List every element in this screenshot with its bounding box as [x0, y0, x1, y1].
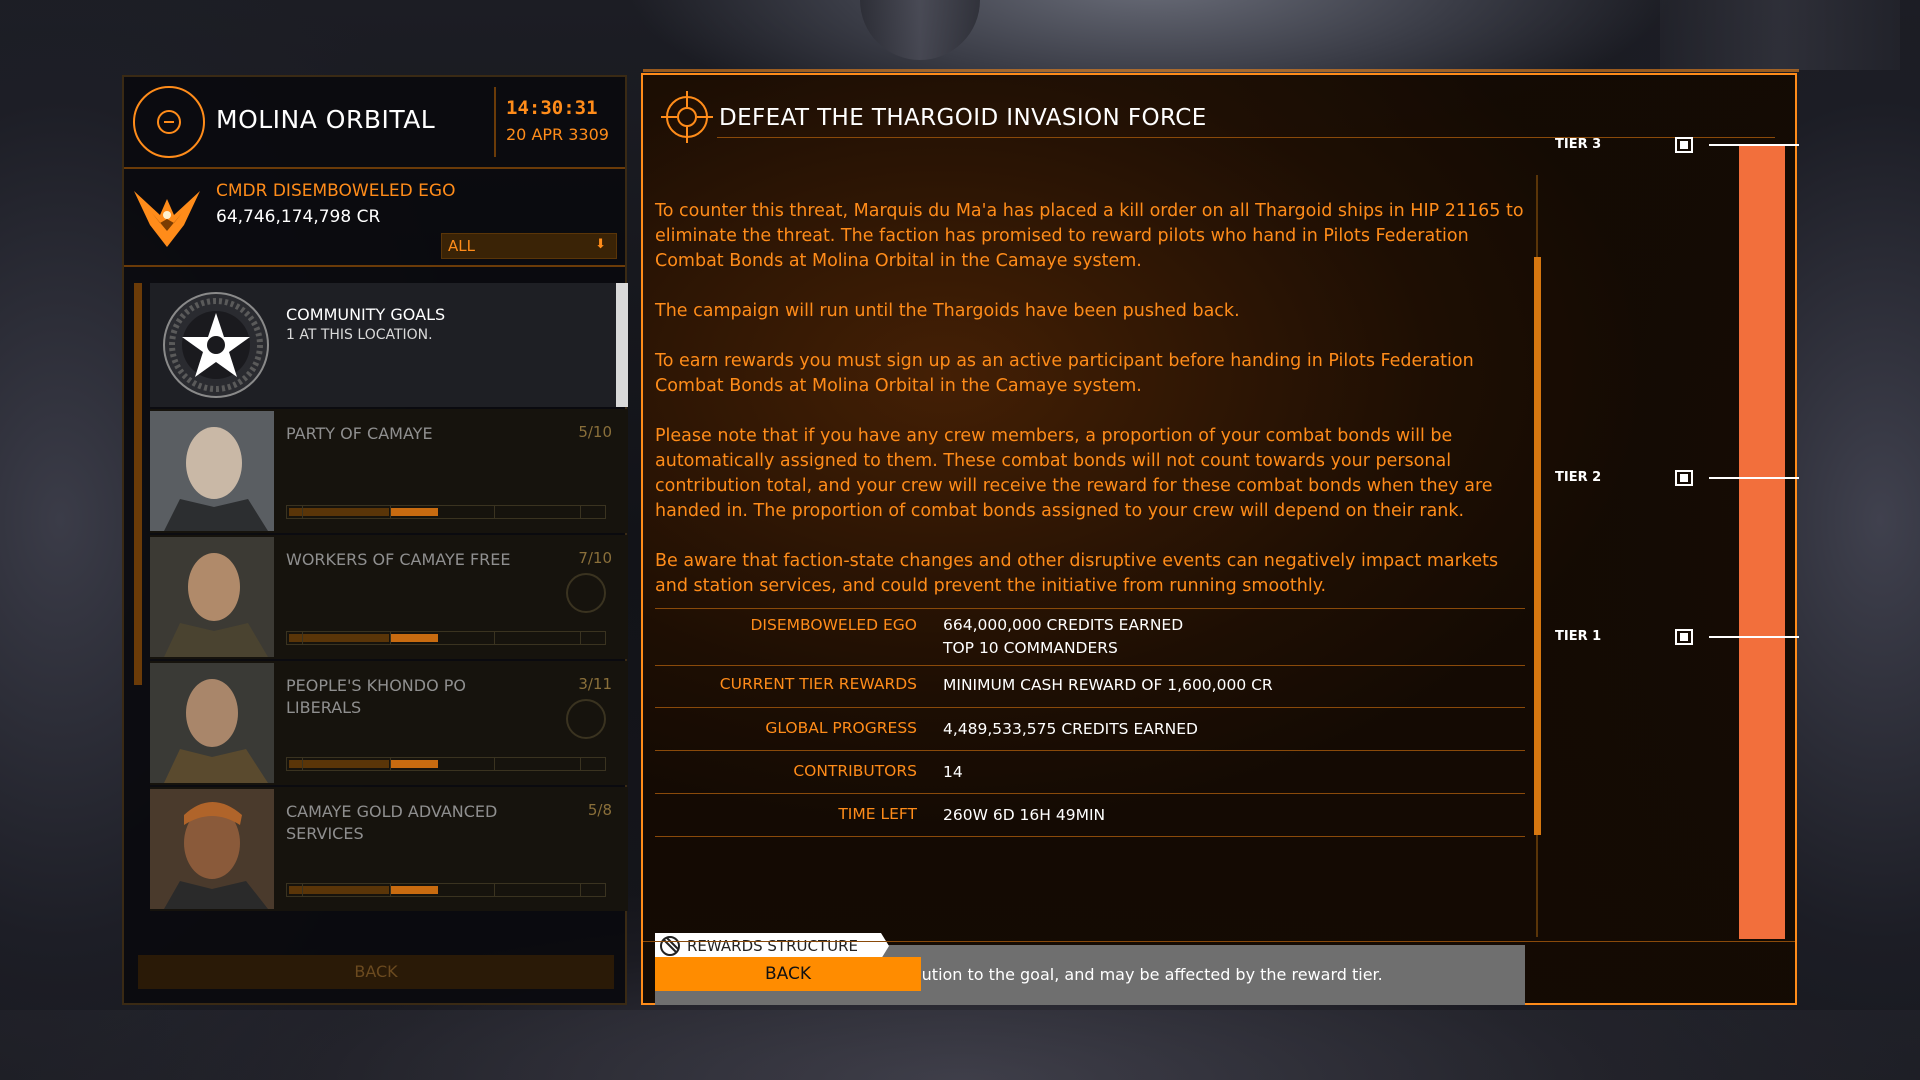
faction-item[interactable]: WORKERS OF CAMAYE FREE 7/10 — [150, 535, 628, 659]
faction-item[interactable]: PEOPLE'S KHONDO PO LIBERALS 3/11 — [150, 661, 628, 785]
tier-label: TIER 3 — [1555, 137, 1602, 152]
station-name: MOLINA ORBITAL — [216, 105, 436, 134]
tier-reward-icon[interactable] — [1675, 137, 1693, 153]
faction-item[interactable]: PARTY OF CAMAYE 5/10 — [150, 409, 628, 533]
stat-row-contributors: CONTRIBUTORS 14 — [655, 751, 1525, 794]
stat-value: 260W 6D 16H 49MIN — [943, 806, 1106, 824]
tier-progress-fill — [1739, 145, 1785, 939]
selection-indicator — [616, 283, 628, 407]
station-services-panel: MOLINA ORBITAL 14:30:31 20 APR 3309 CMDR… — [122, 75, 628, 1005]
faction-name: WORKERS OF CAMAYE FREE — [286, 550, 511, 569]
faction-leader-portrait — [150, 537, 274, 657]
panel-top-accent — [643, 69, 1799, 72]
tier-label: TIER 1 — [1555, 629, 1602, 644]
stat-value: 664,000,000 CREDITS EARNED TOP 10 COMMAN… — [943, 614, 1183, 660]
description-scroll-thumb[interactable] — [1534, 257, 1541, 835]
commander-name: CMDR DISEMBOWELED EGO — [216, 181, 456, 201]
list-scrollbar[interactable] — [134, 283, 142, 685]
stat-label: CURRENT TIER REWARDS — [719, 675, 917, 693]
player-contribution: 664,000,000 CREDITS EARNED — [943, 616, 1184, 634]
tier-label: TIER 2 — [1555, 470, 1602, 485]
filter-value: ALL — [448, 237, 475, 255]
stat-row-time-left: TIME LEFT 260W 6D 16H 49MIN — [655, 794, 1525, 837]
ship-frame-right — [1660, 0, 1900, 70]
stat-row-tier-rewards: CURRENT TIER REWARDS MINIMUM CASH REWARD… — [655, 666, 1525, 708]
tier-marker-line — [1709, 477, 1799, 479]
game-clock: 14:30:31 — [506, 97, 598, 119]
community-goals-subtitle: 1 AT THIS LOCATION. — [286, 327, 433, 343]
description-paragraph: The campaign will run until the Thargoid… — [655, 301, 1240, 321]
goal-description: To counter this threat, Marquis du Ma'a … — [655, 199, 1525, 624]
rewards-structure-tag: REWARDS STRUCTURE — [655, 933, 889, 959]
title-underline — [717, 137, 1775, 138]
player-ranking: TOP 10 COMMANDERS — [943, 639, 1118, 657]
stat-value: 14 — [943, 763, 963, 781]
description-paragraph: Please note that if you have any crew me… — [655, 426, 1493, 521]
combat-rank-icon — [134, 191, 200, 247]
panel-bottom-divider — [643, 941, 1795, 942]
tier-reward-icon[interactable] — [1675, 470, 1693, 486]
rewards-tag-label: REWARDS STRUCTURE — [687, 937, 859, 955]
stat-label: TIME LEFT — [838, 805, 917, 823]
services-list: COMMUNITY GOALS 1 AT THIS LOCATION. PART… — [150, 283, 628, 923]
faction-emblem-icon — [566, 699, 606, 739]
faction-reputation-count: 5/8 — [587, 801, 612, 819]
back-button[interactable]: BACK — [655, 957, 921, 991]
description-paragraph: Be aware that faction-state changes and … — [655, 551, 1499, 596]
reputation-bar — [286, 883, 606, 897]
faction-reputation-count: 7/10 — [578, 549, 612, 567]
description-paragraph: To counter this threat, Marquis du Ma'a … — [655, 201, 1524, 271]
stat-value: 4,489,533,575 CREDITS EARNED — [943, 720, 1198, 738]
faction-reputation-count: 5/10 — [578, 423, 612, 441]
stat-label: DISEMBOWELED EGO — [750, 616, 918, 634]
ship-console-floor — [0, 1010, 1920, 1080]
faction-name: PARTY OF CAMAYE — [286, 424, 433, 443]
arrow-down-icon: ⬇ — [595, 237, 606, 252]
description-paragraph: To earn rewards you must sign up as an a… — [655, 351, 1474, 396]
community-goals-item[interactable]: COMMUNITY GOALS 1 AT THIS LOCATION. — [150, 283, 628, 407]
commander-credits: 64,746,174,798 CR — [216, 207, 381, 227]
tier-marker-line — [1709, 144, 1799, 146]
faction-name: PEOPLE'S KHONDO PO LIBERALS — [286, 676, 466, 717]
faction-leader-portrait — [150, 789, 274, 909]
community-goal-detail-panel: DEFEAT THE THARGOID INVASION FORCE To co… — [641, 69, 1799, 1005]
reputation-bar — [286, 505, 606, 519]
header-divider — [494, 87, 496, 157]
crosshair-icon — [661, 91, 713, 143]
community-goals-title: COMMUNITY GOALS — [286, 305, 446, 324]
filter-dropdown[interactable]: ALL ⬇ — [441, 233, 617, 259]
ship-ceiling-hatch — [860, 0, 980, 60]
rewards-emblem-icon — [660, 936, 680, 956]
goal-title: DEFEAT THE THARGOID INVASION FORCE — [719, 105, 1207, 131]
reputation-bar — [286, 757, 606, 771]
faction-leader-portrait — [150, 663, 274, 783]
community-goals-emblem-icon — [163, 292, 269, 398]
faction-item[interactable]: CAMAYE GOLD ADVANCED SERVICES 5/8 — [150, 787, 628, 911]
stat-value: MINIMUM CASH REWARD OF 1,600,000 CR — [943, 676, 1273, 694]
tier-marker-line — [1709, 636, 1799, 638]
reputation-bar — [286, 631, 606, 645]
faction-reputation-count: 3/11 — [578, 675, 612, 693]
station-icon — [133, 86, 205, 158]
game-date: 20 APR 3309 — [506, 125, 609, 144]
stat-row-player: DISEMBOWELED EGO 664,000,000 CREDITS EAR… — [655, 608, 1525, 666]
tier-reward-icon[interactable] — [1675, 629, 1693, 645]
goal-stats: DISEMBOWELED EGO 664,000,000 CREDITS EAR… — [655, 608, 1525, 837]
stat-row-global-progress: GLOBAL PROGRESS 4,489,533,575 CREDITS EA… — [655, 708, 1525, 751]
stat-label: GLOBAL PROGRESS — [765, 719, 917, 737]
faction-emblem-icon — [566, 573, 606, 613]
faction-leader-portrait — [150, 411, 274, 531]
stat-label: CONTRIBUTORS — [793, 762, 917, 780]
left-back-button[interactable]: BACK — [138, 955, 614, 989]
faction-name: CAMAYE GOLD ADVANCED SERVICES — [286, 802, 498, 843]
station-header: MOLINA ORBITAL 14:30:31 20 APR 3309 — [124, 77, 625, 169]
